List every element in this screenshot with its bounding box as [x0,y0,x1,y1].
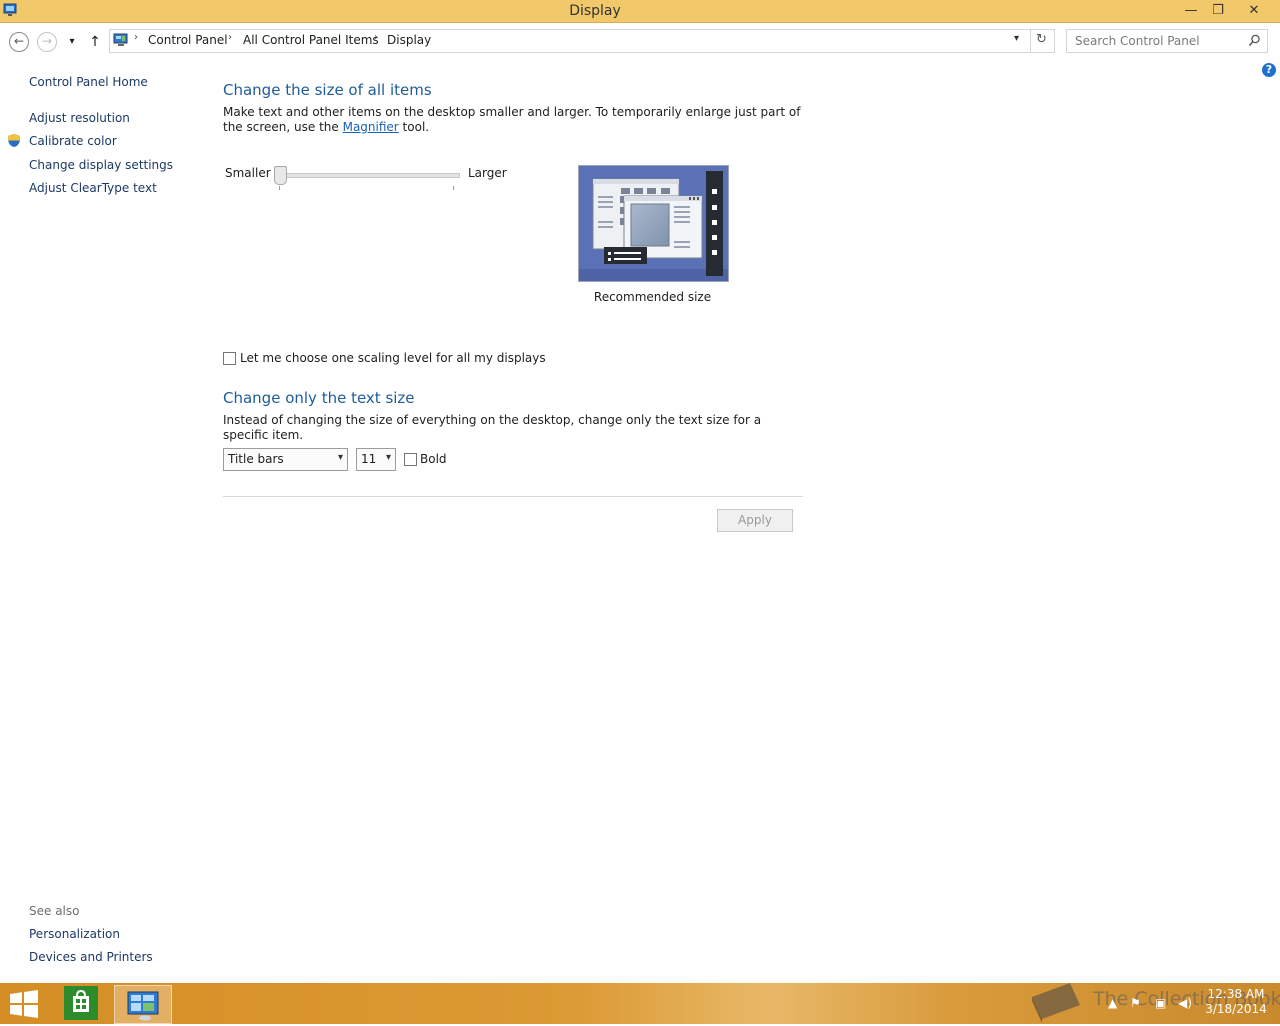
shield-icon [8,134,20,147]
section-description-size: Make text and other items on the desktop… [223,105,803,135]
store-icon [73,989,89,1012]
preview-caption: Recommended size [593,290,712,304]
forward-button[interactable]: → [37,32,57,52]
recent-locations-button[interactable]: ▾ [62,32,82,52]
section-title-text-size: Change only the text size [223,389,415,407]
see-also-header: See also [29,904,80,918]
slider-tick [453,186,454,190]
breadcrumb-separator[interactable]: › [228,32,232,43]
network-icon[interactable]: ▣ [1155,996,1166,1010]
desktop-preview-icon [579,166,728,281]
help-icon[interactable]: ? [1262,63,1276,77]
address-bar[interactable]: › Control Panel › All Control Panel Item… [109,29,1055,53]
section-description-text-size: Instead of changing the size of everythi… [223,413,762,442]
window-title: Display [569,3,621,19]
up-button[interactable]: ↑ [85,32,105,52]
divider [223,496,803,497]
scaling-checkbox[interactable] [223,352,236,365]
scaling-checkbox-label[interactable]: Let me choose one scaling level for all … [240,351,546,365]
taskbar: The Collection Book ▲ ⚑ ▣ ◀) 12:38 AM 3/… [0,983,1280,1024]
navigation-bar: ← → ▾ ↑ › Control Panel › All Control Pa… [0,23,1280,59]
sidebar-item-control-panel-home[interactable]: Control Panel Home [29,75,148,89]
section-title-size-all-items: Change the size of all items [223,81,432,99]
sidebar-item-change-display-settings[interactable]: Change display settings [29,158,173,172]
address-dropdown-button[interactable]: ▾ [1014,33,1019,44]
back-button[interactable]: ← [9,32,29,52]
search-icon[interactable] [1248,34,1261,47]
store-taskbar-button[interactable] [64,986,98,1020]
search-box[interactable] [1066,29,1268,53]
breadcrumb-display[interactable]: Display [387,33,431,47]
title-bar: Display — ❐ ✕ [0,0,1280,23]
clock-date: 3/18/2014 [1205,1002,1267,1016]
item-select-value: Title bars [228,452,284,466]
breadcrumb-control-panel[interactable]: Control Panel [148,33,228,47]
minimize-button[interactable]: — [1177,0,1205,22]
see-also-devices-printers-link[interactable]: Devices and Printers [29,950,153,964]
size-slider-thumb[interactable] [274,166,287,185]
address-divider [1030,30,1031,52]
sidebar-item-calibrate-color[interactable]: Calibrate color [29,134,117,148]
action-center-flag-icon[interactable]: ⚑ [1130,996,1141,1010]
breadcrumb-separator[interactable]: › [374,32,378,43]
chevron-down-icon: ▾ [385,452,391,463]
magnifier-link[interactable]: Magnifier [343,120,399,134]
slider-max-label: Larger [468,166,507,180]
breadcrumb-separator[interactable]: › [134,32,138,43]
slider-tick [279,186,280,190]
size-select[interactable]: 11 ▾ [356,448,396,471]
start-button[interactable] [8,989,40,1019]
description-text-part2: tool. [398,120,430,134]
control-panel-taskbar-button[interactable] [114,985,172,1024]
size-slider-track[interactable] [280,173,460,178]
book-logo-icon [1032,983,1080,1023]
sidebar-item-adjust-cleartype[interactable]: Adjust ClearType text [29,181,157,195]
tray-overflow-icon[interactable]: ▲ [1108,996,1117,1010]
maximize-button[interactable]: ❐ [1204,0,1232,22]
chevron-down-icon: ▾ [337,452,343,463]
slider-min-label: Smaller [225,166,271,180]
volume-icon[interactable]: ◀) [1178,996,1192,1010]
search-input[interactable] [1073,33,1247,49]
control-panel-icon [127,991,159,1021]
control-panel-icon [113,33,128,46]
taskbar-clock[interactable]: 12:38 AM 3/18/2014 [1200,987,1272,1017]
clock-time: 12:38 AM [1207,987,1265,1001]
description-text-part1: Make text and other items on the desktop… [223,105,801,134]
item-select[interactable]: Title bars ▾ [223,448,348,471]
size-select-value: 11 [361,452,377,466]
refresh-button[interactable]: ↻ [1036,32,1047,47]
bold-checkbox[interactable] [404,453,417,466]
apply-button[interactable]: Apply [717,509,793,532]
bold-checkbox-label[interactable]: Bold [420,452,447,466]
see-also-personalization-link[interactable]: Personalization [29,927,120,941]
sidebar-item-adjust-resolution[interactable]: Adjust resolution [29,111,130,125]
close-button[interactable]: ✕ [1240,0,1268,22]
breadcrumb-all-items[interactable]: All Control Panel Items [243,33,379,47]
size-preview-image [578,165,729,282]
